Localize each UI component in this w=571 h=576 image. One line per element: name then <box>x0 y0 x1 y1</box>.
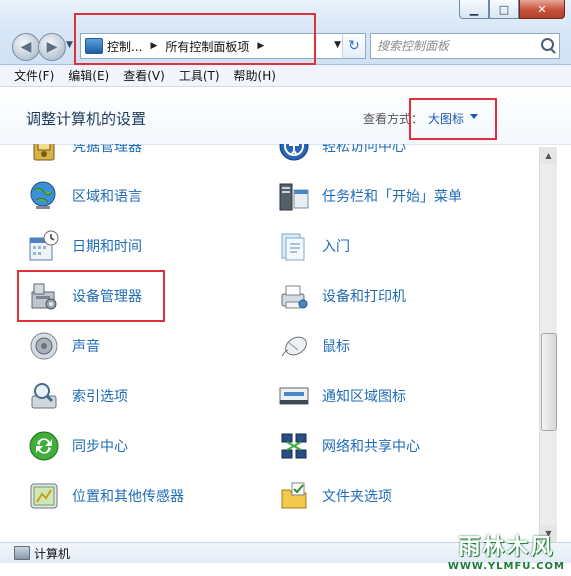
status-text: 计算机 <box>34 546 71 561</box>
location-sensors-icon <box>30 483 58 509</box>
control-panel-window: ▁ □ ✕ ◀ ▶ ▼ 控制... ▶ 所有控制面板项 ▶ ▼ ↻ 文件(F) … <box>0 0 571 576</box>
page-title: 调整计算机的设置 <box>26 110 147 128</box>
item-folder-options[interactable]: 文件夹选项 <box>278 476 392 516</box>
region-language-icon <box>30 181 56 209</box>
menu-help[interactable]: 帮助(H) <box>234 67 276 84</box>
scroll-thumb[interactable] <box>541 333 557 431</box>
back-arrow-icon: ◀ <box>20 39 32 55</box>
item-label: 鼠标 <box>322 339 350 355</box>
sound-icon <box>30 332 58 360</box>
item-label: 设备和打印机 <box>322 289 406 305</box>
computer-icon <box>14 546 30 560</box>
credential-manager-icon <box>33 144 55 161</box>
content-header: 调整计算机的设置 查看方式： 大图标 <box>0 88 571 145</box>
item-label: 位置和其他传感器 <box>72 489 184 505</box>
menu-edit[interactable]: 编辑(E) <box>68 67 109 84</box>
indexing-options-icon <box>31 383 57 409</box>
control-panel-icon <box>85 38 103 54</box>
minimize-button[interactable]: ▁ <box>459 0 489 19</box>
item-indexing-options[interactable]: 索引选项 <box>28 376 128 416</box>
back-button[interactable]: ◀ <box>12 33 40 61</box>
taskbar-start-icon <box>279 183 309 211</box>
item-label: 凭据管理器 <box>72 144 142 155</box>
mouse-icon <box>281 336 307 357</box>
breadcrumb-separator-icon[interactable]: ▶ <box>257 41 264 51</box>
item-getting-started[interactable]: 入门 <box>278 226 350 266</box>
item-credential-manager[interactable]: 凭据管理器 <box>28 144 142 166</box>
network-sharing-icon <box>281 433 307 459</box>
folder-options-icon <box>281 482 307 509</box>
item-date-time[interactable]: 日期和时间 <box>28 226 142 266</box>
breadcrumb-all-items[interactable]: 所有控制面板项 <box>165 38 249 55</box>
item-network-sharing[interactable]: 网络和共享中心 <box>278 426 420 466</box>
view-highlight-box <box>409 98 497 140</box>
refresh-icon: ↻ <box>348 38 360 54</box>
item-label: 设备管理器 <box>72 289 142 305</box>
watermark-main: 雨林木风 <box>458 535 555 560</box>
date-time-icon <box>29 230 59 261</box>
recent-pages-dropdown[interactable]: ▼ <box>66 40 76 52</box>
item-label: 区域和语言 <box>72 189 142 205</box>
search-icon[interactable] <box>541 38 554 51</box>
close-button[interactable]: ✕ <box>519 0 565 19</box>
vertical-scrollbar[interactable]: ▲ ▼ <box>539 147 557 542</box>
menu-file[interactable]: 文件(F) <box>14 67 54 84</box>
ease-of-access-icon <box>279 144 309 161</box>
search-box[interactable] <box>370 33 560 59</box>
sync-center-icon <box>29 431 59 461</box>
item-ease-of-access[interactable]: 轻松访问中心 <box>278 144 406 166</box>
menu-view[interactable]: 查看(V) <box>123 67 165 84</box>
item-notification-area[interactable]: 通知区域图标 <box>278 376 406 416</box>
menu-bar: 文件(F) 编辑(E) 查看(V) 工具(T) 帮助(H) <box>0 65 571 87</box>
control-panel-items: 凭据管理器 轻松访问中心 区域和语言 任务栏和「开始」菜单 日期和时间 入门 设… <box>0 144 540 542</box>
item-devices-printers[interactable]: 设备和打印机 <box>278 276 406 316</box>
item-region-language[interactable]: 区域和语言 <box>28 176 142 216</box>
forward-button[interactable]: ▶ <box>38 33 66 61</box>
title-bar: ▁ □ ✕ ◀ ▶ ▼ 控制... ▶ 所有控制面板项 ▶ ▼ ↻ <box>0 0 571 65</box>
item-label: 索引选项 <box>72 389 128 405</box>
item-sync-center[interactable]: 同步中心 <box>28 426 128 466</box>
item-mouse[interactable]: 鼠标 <box>278 326 350 366</box>
item-label: 轻松访问中心 <box>322 144 406 155</box>
scroll-up-button[interactable]: ▲ <box>540 147 557 164</box>
watermark-logo: 雨林木风 WWW.YLMFU.COM <box>448 529 565 572</box>
maximize-button[interactable]: □ <box>489 0 519 19</box>
notification-area-icon <box>279 387 309 405</box>
getting-started-icon <box>281 233 305 261</box>
item-label: 入门 <box>322 239 350 255</box>
search-input[interactable] <box>371 38 539 54</box>
breadcrumb-control[interactable]: 控制... <box>107 38 142 55</box>
address-dropdown-icon[interactable]: ▼ <box>334 40 341 50</box>
watermark-url: WWW.YLMFU.COM <box>447 561 565 572</box>
item-sound[interactable]: 声音 <box>28 326 100 366</box>
address-bar[interactable]: 控制... ▶ 所有控制面板项 ▶ ▼ ↻ <box>80 33 366 59</box>
breadcrumb-separator-icon[interactable]: ▶ <box>150 41 157 51</box>
item-label: 日期和时间 <box>72 239 142 255</box>
item-label: 文件夹选项 <box>322 489 392 505</box>
refresh-button[interactable]: ↻ <box>342 34 365 58</box>
forward-arrow-icon: ▶ <box>46 39 58 55</box>
item-label: 网络和共享中心 <box>322 439 420 455</box>
window-controls: ▁ □ ✕ <box>459 0 565 19</box>
device-manager-icon <box>31 283 57 310</box>
item-label: 通知区域图标 <box>322 389 406 405</box>
item-location-sensors[interactable]: 位置和其他传感器 <box>28 476 184 516</box>
item-label: 声音 <box>72 339 100 355</box>
item-label: 同步中心 <box>72 439 128 455</box>
content-area: 调整计算机的设置 查看方式： 大图标 凭据管理器 轻松访问中心 区域和语言 任务… <box>0 88 571 542</box>
devices-printers-icon <box>281 285 308 309</box>
menu-tools[interactable]: 工具(T) <box>179 67 220 84</box>
item-taskbar-start[interactable]: 任务栏和「开始」菜单 <box>278 176 462 216</box>
item-device-manager[interactable]: 设备管理器 <box>28 276 142 316</box>
item-label: 任务栏和「开始」菜单 <box>322 189 462 205</box>
